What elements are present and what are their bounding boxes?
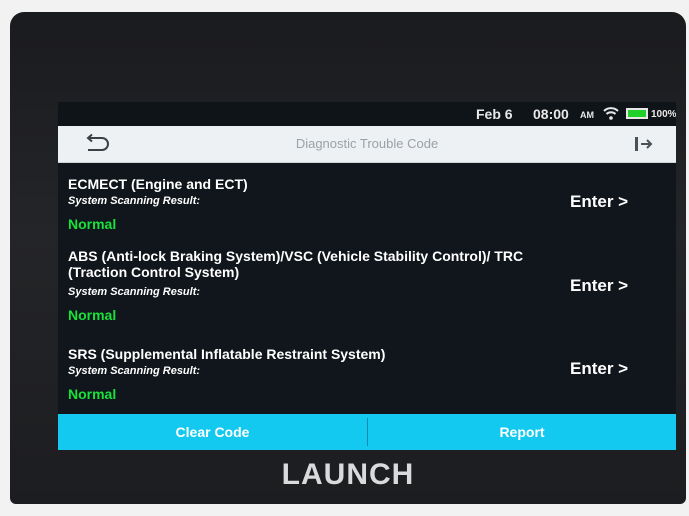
system-name: ECMECT (Engine and ECT) — [68, 176, 248, 192]
brand-logo: LAUNCH — [281, 458, 415, 491]
enter-button[interactable]: Enter > — [570, 359, 628, 379]
action-bar: Clear Code Report — [58, 414, 676, 450]
battery-level: 100% — [651, 109, 676, 120]
clear-code-button[interactable]: Clear Code — [58, 414, 367, 450]
system-name: ABS (Anti-lock Braking System)/VSC (Vehi… — [68, 248, 524, 280]
scan-tool-device: Feb 6 08:00 AM 100% Diagnostic Trouble C… — [10, 12, 686, 504]
page-title: Diagnostic Trouble Code — [295, 136, 439, 151]
exit-icon[interactable] — [632, 134, 654, 154]
signal-indicator: AM — [580, 110, 594, 120]
battery-icon — [626, 108, 648, 119]
status-date: Feb 6 — [476, 106, 513, 122]
scan-result-label: System Scanning Result: — [68, 195, 201, 207]
device-screen: Feb 6 08:00 AM 100% Diagnostic Trouble C… — [58, 102, 676, 450]
report-button[interactable]: Report — [368, 414, 676, 450]
status-bar: Feb 6 08:00 AM 100% — [58, 102, 676, 126]
app-header: Diagnostic Trouble Code — [58, 126, 676, 163]
enter-button[interactable]: Enter > — [570, 192, 628, 212]
system-name: SRS (Supplemental Inflatable Restraint S… — [68, 346, 386, 362]
wifi-icon — [603, 107, 619, 120]
enter-button[interactable]: Enter > — [570, 276, 628, 296]
scan-result-label: System Scanning Result: — [68, 286, 201, 298]
status-time: 08:00 — [533, 106, 569, 122]
scan-status: Normal — [68, 307, 117, 323]
scan-result-label: System Scanning Result: — [68, 365, 201, 377]
scan-status: Normal — [68, 216, 117, 232]
scan-status: Normal — [68, 386, 117, 402]
